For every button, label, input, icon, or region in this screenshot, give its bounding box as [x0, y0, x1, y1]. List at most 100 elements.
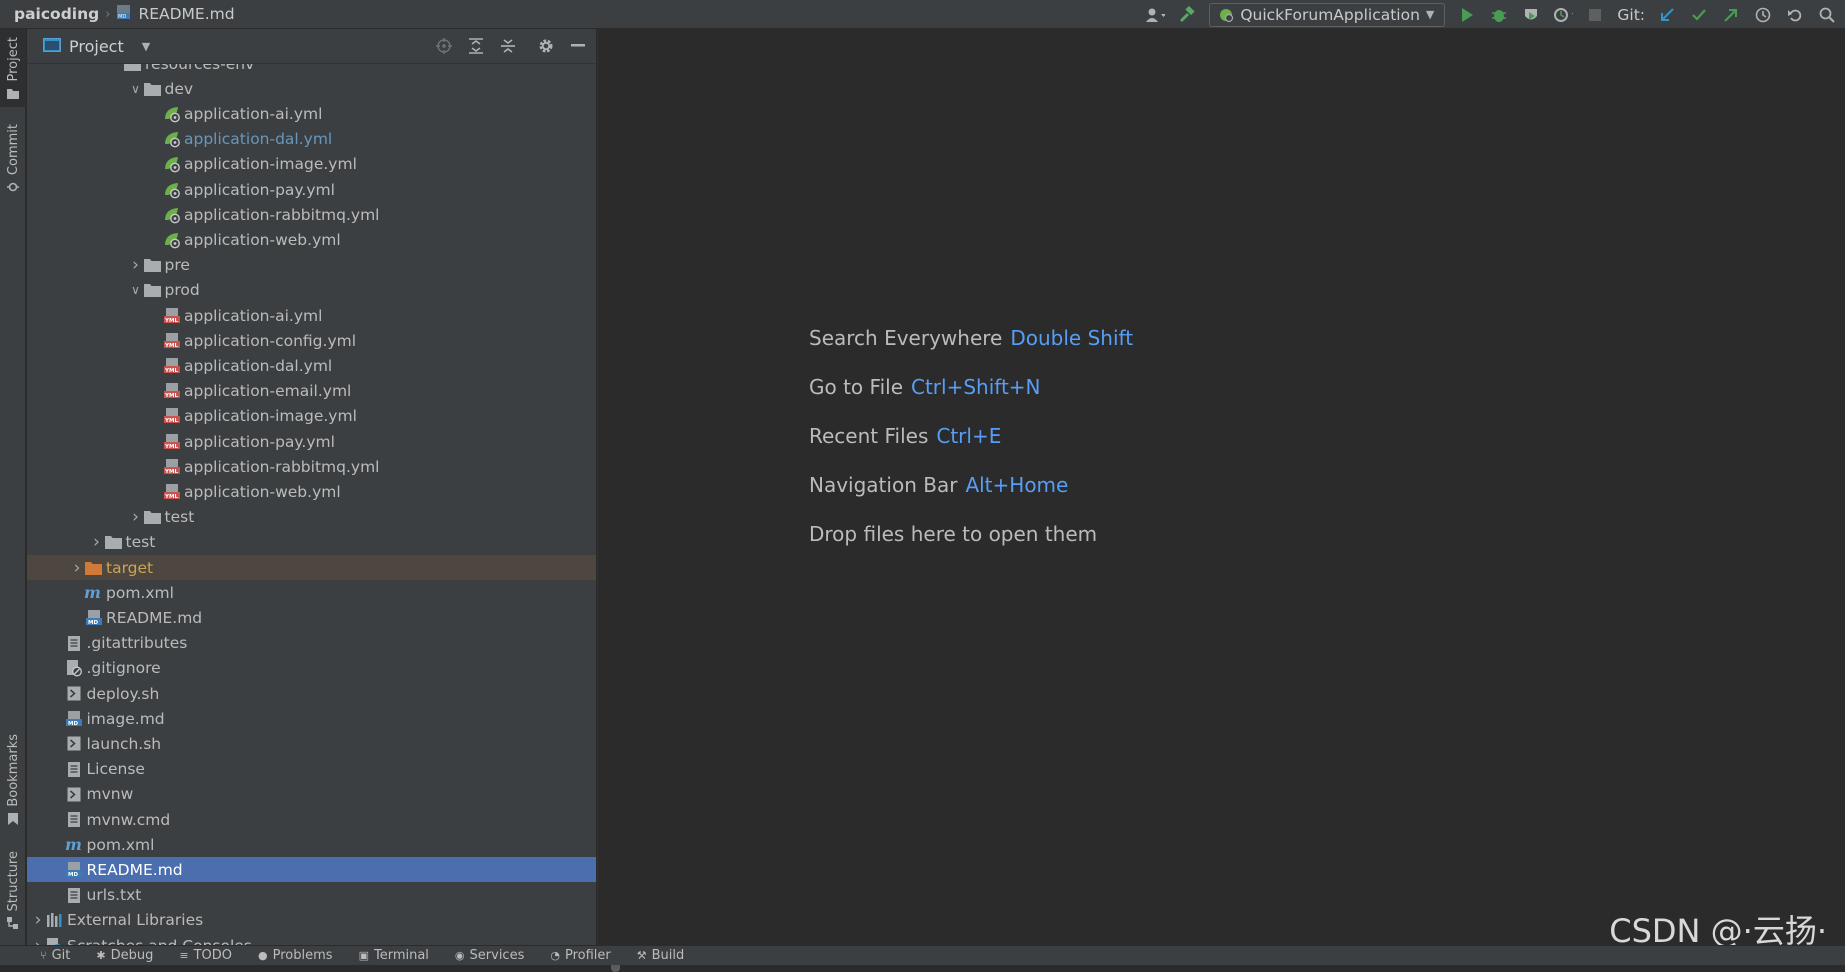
tool-tab-bookmarks[interactable]: Bookmarks — [0, 734, 26, 834]
tree-item[interactable]: YML application-web.yml — [27, 479, 596, 504]
tool-tab-terminal[interactable]: ▣ Terminal — [359, 948, 429, 963]
debug-icon[interactable] — [1489, 5, 1509, 25]
folder-icon — [123, 64, 142, 73]
tree-item[interactable]: › test — [27, 530, 596, 555]
tree-item-label: application-rabbitmq.yml — [184, 457, 380, 476]
search-icon[interactable] — [1817, 5, 1837, 25]
tree-item[interactable]: application-ai.yml — [27, 101, 596, 126]
tree-item[interactable]: m pom.xml — [27, 580, 596, 605]
tree-item[interactable]: MD README.md — [27, 605, 596, 630]
hint-shortcut[interactable]: Ctrl+Shift+N — [911, 375, 1041, 399]
chevron-right-icon[interactable]: › — [70, 558, 84, 578]
collapse-all-icon[interactable] — [498, 36, 518, 56]
tool-tab-services[interactable]: ◉ Services — [455, 948, 524, 963]
tree-item[interactable]: application-web.yml — [27, 227, 596, 252]
user-icon[interactable] — [1145, 5, 1166, 25]
git-commit-icon[interactable] — [1689, 5, 1709, 25]
tree-item[interactable]: › test — [27, 505, 596, 530]
tree-item-label: launch.sh — [86, 734, 162, 753]
build-hammer-icon[interactable] — [1177, 5, 1197, 25]
tree-item-label: target — [106, 558, 154, 577]
history-icon[interactable] — [1753, 5, 1773, 25]
hint-label: Search Everywhere — [809, 326, 1003, 350]
tool-tab-build[interactable]: ⚒ Build — [637, 948, 685, 963]
breadcrumb-project[interactable]: paicoding — [14, 5, 99, 23]
chevron-right-icon[interactable]: › — [31, 910, 45, 930]
tree-item[interactable]: urls.txt — [27, 883, 596, 908]
profiler-icon: ◔ — [550, 949, 560, 962]
tool-tab-todo[interactable]: ≡ TODO — [179, 948, 232, 963]
spring-boot-icon — [1220, 8, 1234, 22]
tree-item-label: test — [164, 508, 195, 527]
tree-item[interactable]: › pre — [27, 253, 596, 278]
tree-item[interactable]: › External Libraries — [27, 908, 596, 933]
breadcrumb-file[interactable]: README.md — [138, 5, 234, 23]
tree-item[interactable]: application-image.yml — [27, 152, 596, 177]
stop-icon[interactable] — [1585, 5, 1605, 25]
editor-empty-area[interactable]: Search Everywhere Double Shift Go to File… — [597, 29, 1845, 945]
run-configuration-select[interactable]: QuickForumApplication ▼ — [1209, 2, 1446, 27]
chevron-right-icon[interactable]: › — [129, 255, 143, 275]
hint-shortcut[interactable]: Double Shift — [1010, 326, 1133, 350]
gear-icon[interactable] — [536, 36, 556, 56]
tree-item[interactable]: .gitattributes — [27, 631, 596, 656]
project-panel-title: Project — [69, 36, 124, 56]
tree-item[interactable]: .gitignore — [27, 656, 596, 681]
tree-item-label: License — [86, 760, 145, 779]
tree-item[interactable]: YML application-dal.yml — [27, 353, 596, 378]
tree-item[interactable]: MD image.md — [27, 706, 596, 731]
chevron-down-icon[interactable]: ∨ — [129, 283, 143, 297]
svg-text:MD: MD — [68, 872, 78, 878]
run-with-coverage-icon[interactable] — [1521, 5, 1541, 25]
chevron-right-icon[interactable]: › — [31, 936, 45, 946]
expand-all-icon[interactable] — [466, 36, 486, 56]
tree-item[interactable]: YML application-email.yml — [27, 379, 596, 404]
locate-file-icon[interactable] — [434, 36, 454, 56]
chevron-right-icon[interactable]: › — [129, 507, 143, 527]
git-update-icon[interactable] — [1657, 5, 1677, 25]
tree-item[interactable]: m pom.xml — [27, 832, 596, 857]
tree-item[interactable]: mvnw — [27, 782, 596, 807]
tree-item[interactable]: ∨ prod — [27, 278, 596, 303]
chevron-right-icon[interactable]: › — [90, 532, 104, 552]
tool-tab-profiler[interactable]: ◔ Profiler — [550, 948, 610, 963]
hint-shortcut[interactable]: Ctrl+E — [936, 424, 1001, 448]
tree-item[interactable]: YML application-pay.yml — [27, 429, 596, 454]
tree-item[interactable]: resources-env — [27, 64, 596, 76]
profile-icon[interactable] — [1553, 5, 1574, 25]
tool-tab-commit[interactable]: Commit — [0, 124, 26, 204]
chevron-down-icon[interactable]: ∨ — [129, 82, 143, 96]
tree-item[interactable]: YML application-rabbitmq.yml — [27, 454, 596, 479]
tree-item[interactable]: License — [27, 757, 596, 782]
tree-item[interactable]: launch.sh — [27, 731, 596, 756]
tool-tab-project[interactable]: Project — [0, 29, 26, 107]
tree-item[interactable]: › target — [27, 555, 596, 580]
tool-tab-git[interactable]: ⑂ Git — [40, 948, 70, 963]
tool-tab-structure[interactable]: Structure — [0, 851, 26, 941]
warning-icon: ● — [258, 949, 268, 962]
hide-panel-icon[interactable] — [568, 36, 588, 56]
tree-item[interactable]: application-rabbitmq.yml — [27, 202, 596, 227]
tree-item[interactable]: MD README.md — [27, 857, 596, 883]
tree-item-label: prod — [164, 281, 200, 300]
tree-item[interactable]: YML application-ai.yml — [27, 303, 596, 328]
svg-text:YML: YML — [164, 393, 178, 399]
rollback-icon[interactable] — [1785, 5, 1805, 25]
hint-drop-files: Drop files here to open them — [809, 522, 1097, 546]
hint-shortcut[interactable]: Alt+Home — [965, 473, 1068, 497]
tree-item[interactable]: › Scratches and Consoles — [27, 933, 596, 945]
project-view-selector[interactable]: Project ▼ — [43, 37, 150, 56]
tree-item[interactable]: YML application-image.yml — [27, 404, 596, 429]
tree-item[interactable]: ∨ dev — [27, 76, 596, 101]
tree-item[interactable]: mvnw.cmd — [27, 807, 596, 832]
tree-item[interactable]: application-dal.yml — [27, 127, 596, 152]
tree-item-label: application-dal.yml — [184, 356, 333, 375]
tree-item[interactable]: YML application-config.yml — [27, 328, 596, 353]
git-push-icon[interactable] — [1721, 5, 1741, 25]
tool-tab-problems[interactable]: ● Problems — [258, 948, 333, 963]
tree-item[interactable]: deploy.sh — [27, 681, 596, 706]
tree-item[interactable]: application-pay.yml — [27, 177, 596, 202]
tool-tab-debug[interactable]: ✱ Debug — [96, 948, 153, 963]
yaml-file-icon: YML — [162, 407, 181, 425]
run-icon[interactable] — [1457, 5, 1477, 25]
